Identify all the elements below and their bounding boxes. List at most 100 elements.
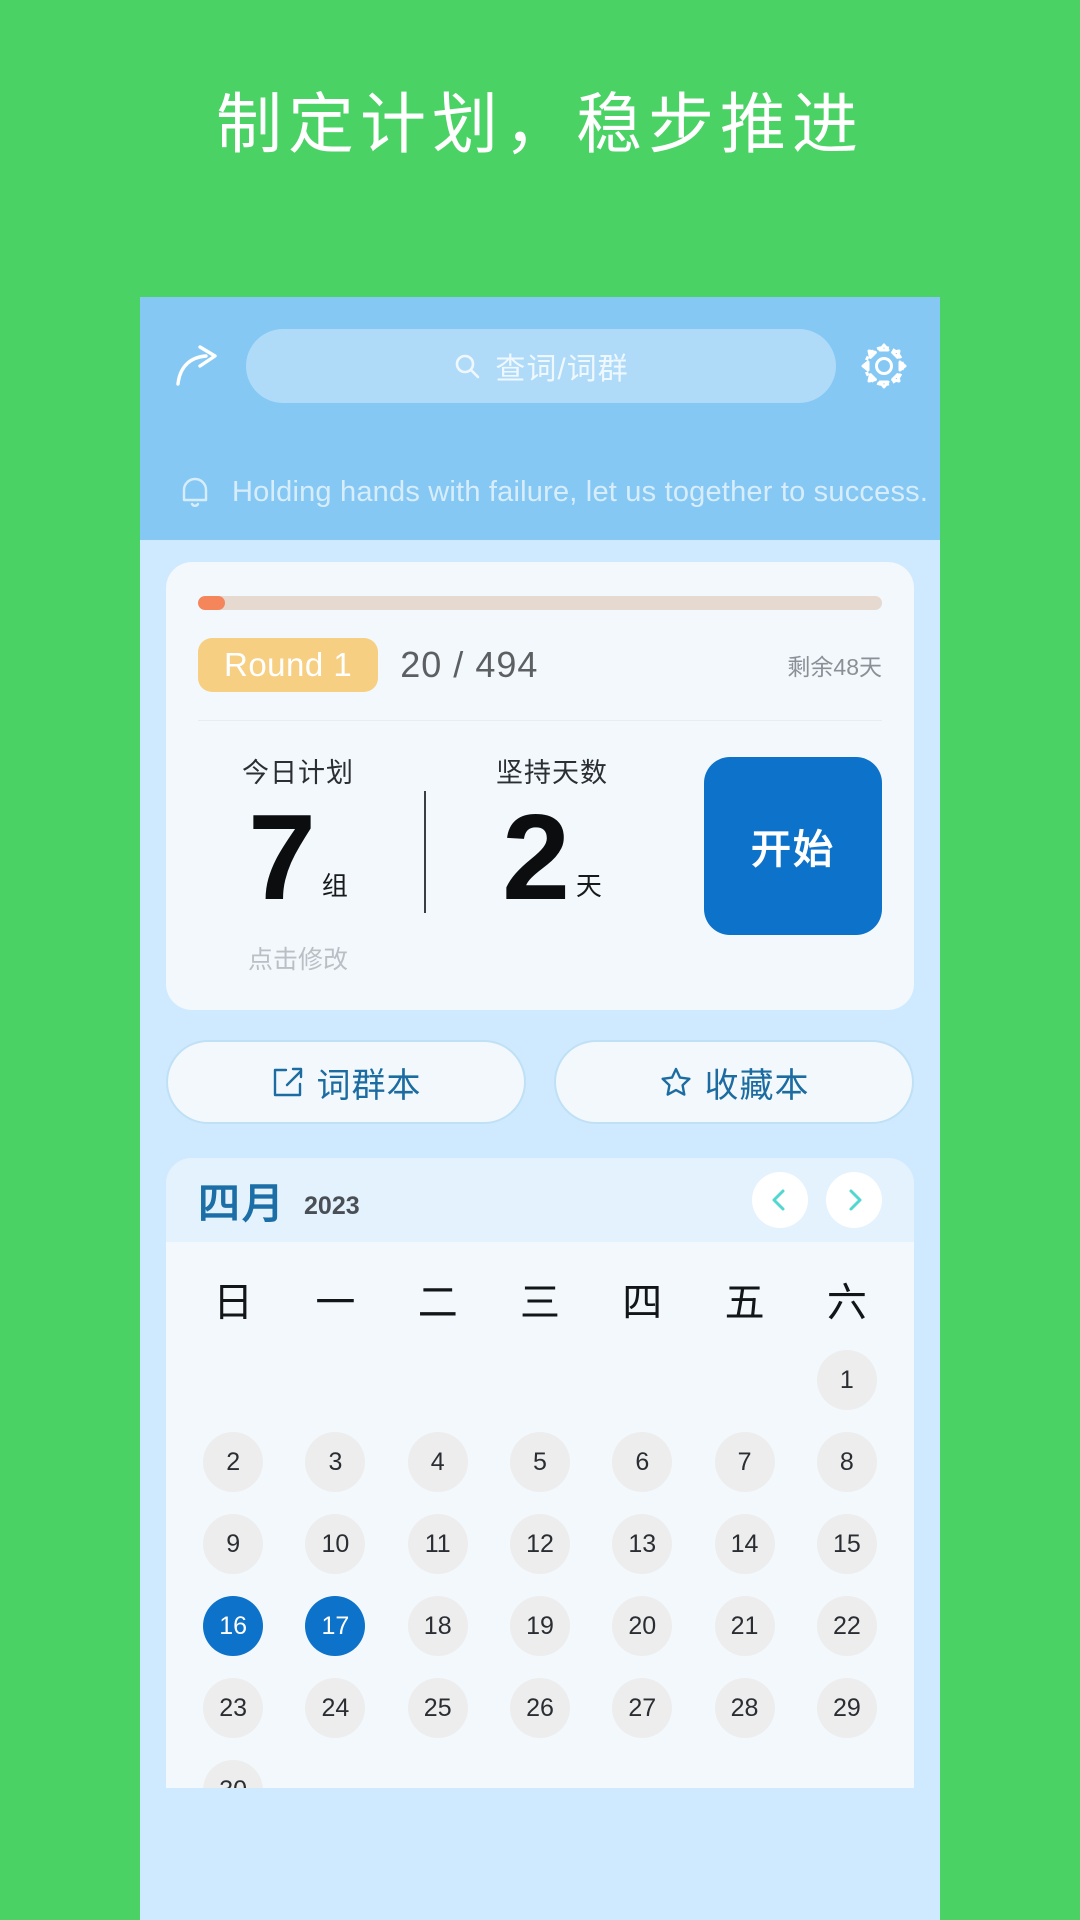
page-title: 制定计划，稳步推进	[216, 87, 864, 161]
calendar-day-cell[interactable]: 1	[796, 1344, 898, 1416]
card-divider	[198, 720, 882, 721]
calendar-day-cell[interactable]: 2	[182, 1426, 284, 1498]
calendar-day-cell[interactable]: 26	[489, 1672, 591, 1744]
search-icon	[453, 352, 481, 380]
calendar-day-cell[interactable]: 14	[693, 1508, 795, 1580]
calendar-day-cell[interactable]: 24	[284, 1672, 386, 1744]
calendar-day-cell[interactable]: 17	[284, 1590, 386, 1662]
calendar-day-cell[interactable]: 15	[796, 1508, 898, 1580]
calendar-day-cell[interactable]: 16	[182, 1590, 284, 1662]
calendar-weekday: 四	[622, 1281, 663, 1325]
calendar-weekday: 一	[315, 1281, 356, 1325]
calendar-day-cell[interactable]: 6	[591, 1426, 693, 1498]
calendar-day-cell[interactable]: 27	[591, 1672, 693, 1744]
calendar-day[interactable]: 20	[612, 1596, 673, 1656]
today-plan-stat[interactable]: 今日计划 7 组 点击修改	[198, 751, 398, 976]
notice-text: Holding hands with failure, let us toget…	[232, 475, 929, 508]
calendar-day[interactable]: 18	[407, 1596, 468, 1656]
calendar-weekday: 五	[724, 1281, 765, 1325]
calendar-day-cell[interactable]: 4	[387, 1426, 489, 1498]
stat-divider	[424, 791, 426, 913]
edit-square-icon	[271, 1065, 305, 1099]
share-arrow-icon[interactable]	[170, 339, 224, 393]
calendar-day-cell[interactable]: 23	[182, 1672, 284, 1744]
calendar-header: 四月 2023	[166, 1158, 914, 1242]
action-button-row: 词群本 收藏本	[166, 1040, 914, 1124]
prev-month-button[interactable]	[752, 1172, 808, 1228]
calendar-days-grid: 1 2 3 4 5 6 7 8 9 10 11 12 13 14 15 16 17 18 19 20 21 22 23 24 2…	[166, 1334, 914, 1788]
calendar-day[interactable]: 28	[714, 1678, 775, 1738]
calendar-day[interactable]: 4	[407, 1432, 468, 1492]
round-badge: Round 1	[198, 638, 379, 692]
calendar-day-cell[interactable]: 21	[693, 1590, 795, 1662]
calendar-day[interactable]: 14	[714, 1514, 775, 1574]
calendar-day[interactable]: 30	[203, 1760, 264, 1788]
calendar-day-cell[interactable]: 28	[693, 1672, 795, 1744]
calendar-day[interactable]: 27	[612, 1678, 673, 1738]
edit-hint[interactable]: 点击修改	[198, 940, 398, 976]
calendar-day-blank	[591, 1344, 693, 1416]
calendar-day[interactable]: 3	[305, 1432, 366, 1492]
calendar-day[interactable]: 10	[305, 1514, 366, 1574]
calendar-day-cell[interactable]: 25	[387, 1672, 489, 1744]
calendar-day[interactable]: 29	[816, 1678, 877, 1738]
calendar-weekday: 日	[213, 1281, 254, 1325]
search-input[interactable]: 查词/词群	[246, 329, 836, 403]
progress-bar-fill	[198, 596, 226, 610]
search-placeholder: 查词/词群	[495, 353, 629, 386]
days-left-label: 剩余48天	[787, 654, 882, 680]
calendar-day-cell[interactable]: 30	[182, 1754, 284, 1788]
calendar-day-cell[interactable]: 12	[489, 1508, 591, 1580]
calendar-day[interactable]: 21	[714, 1596, 775, 1656]
calendar-day-selected[interactable]: 17	[305, 1596, 366, 1656]
calendar-day[interactable]: 19	[509, 1596, 570, 1656]
calendar-day[interactable]: 9	[203, 1514, 264, 1574]
calendar-day[interactable]: 25	[407, 1678, 468, 1738]
calendar-day-cell[interactable]: 3	[284, 1426, 386, 1498]
calendar-day[interactable]: 11	[407, 1514, 468, 1574]
start-button[interactable]: 开始	[704, 757, 882, 935]
calendar-day[interactable]: 1	[816, 1350, 877, 1410]
calendar-day-cell[interactable]: 8	[796, 1426, 898, 1498]
calendar-day-cell[interactable]: 10	[284, 1508, 386, 1580]
streak-label: 坚持天数	[496, 758, 608, 788]
calendar-day-blank	[387, 1344, 489, 1416]
calendar-day[interactable]: 8	[816, 1432, 877, 1492]
calendar-day-cell[interactable]: 19	[489, 1590, 591, 1662]
calendar-day-cell[interactable]: 9	[182, 1508, 284, 1580]
calendar-day[interactable]: 26	[509, 1678, 570, 1738]
calendar-day[interactable]: 12	[509, 1514, 570, 1574]
chevron-left-icon	[767, 1187, 793, 1213]
calendar-day[interactable]: 5	[509, 1432, 570, 1492]
app-screenshot-frame: 查词/词群 Holding hands with failure, let us…	[140, 297, 940, 1920]
calendar-day[interactable]: 23	[203, 1678, 264, 1738]
calendar-day[interactable]: 24	[305, 1678, 366, 1738]
calendar-day-cell[interactable]: 29	[796, 1672, 898, 1744]
calendar-year: 2023	[304, 1191, 360, 1220]
star-icon	[659, 1065, 693, 1099]
calendar-day[interactable]: 2	[203, 1432, 264, 1492]
calendar-day-cell[interactable]: 13	[591, 1508, 693, 1580]
round-row: Round 1 20 / 494 剩余48天	[198, 638, 882, 692]
gear-icon[interactable]	[858, 340, 910, 392]
favorites-book-label: 收藏本	[704, 1066, 810, 1105]
calendar-day[interactable]: 13	[612, 1514, 673, 1574]
today-plan-value: 7	[248, 789, 316, 925]
calendar-day[interactable]: 7	[714, 1432, 775, 1492]
calendar-day-cell[interactable]: 5	[489, 1426, 591, 1498]
wordgroup-book-button[interactable]: 词群本	[166, 1040, 526, 1124]
app-header: 查词/词群 Holding hands with failure, let us…	[140, 297, 940, 540]
notice-row: Holding hands with failure, let us toget…	[170, 473, 928, 511]
calendar-day-selected[interactable]: 16	[203, 1596, 264, 1656]
next-month-button[interactable]	[826, 1172, 882, 1228]
calendar-day-cell[interactable]: 18	[387, 1590, 489, 1662]
calendar-day[interactable]: 22	[816, 1596, 877, 1656]
calendar-day-cell[interactable]: 22	[796, 1590, 898, 1662]
calendar-day[interactable]: 6	[612, 1432, 673, 1492]
calendar-day-cell[interactable]: 7	[693, 1426, 795, 1498]
calendar-day-cell[interactable]: 20	[591, 1590, 693, 1662]
calendar-day-cell[interactable]: 11	[387, 1508, 489, 1580]
favorites-book-button[interactable]: 收藏本	[554, 1040, 914, 1124]
calendar-day[interactable]: 15	[816, 1514, 877, 1574]
hero-section: 制定计划，稳步推进	[0, 0, 1080, 161]
